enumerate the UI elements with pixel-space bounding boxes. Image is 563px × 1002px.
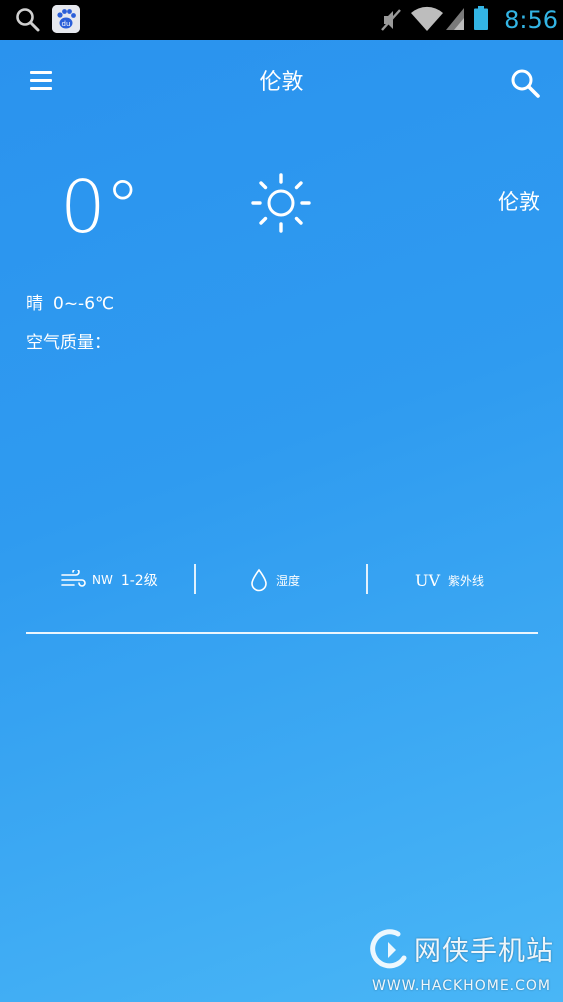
uv-label: 紫外线 xyxy=(448,573,485,588)
menu-icon xyxy=(30,71,52,74)
current-temperature: 0° xyxy=(60,165,141,249)
condition-text: 晴 xyxy=(26,294,43,314)
divider xyxy=(194,564,196,594)
clock-time: 8:56 xyxy=(504,6,558,34)
uv-info: UV 紫外线 xyxy=(415,565,525,595)
humidity-label: 湿度 xyxy=(276,573,301,588)
baidu-app-icon: du xyxy=(52,5,80,33)
wifi-icon xyxy=(411,6,443,31)
humidity-info: 湿度 xyxy=(250,565,350,595)
uv-mark: UV xyxy=(415,570,441,590)
wind-info: NW 1-2级 xyxy=(60,565,180,595)
search-icon xyxy=(16,8,40,32)
battery-icon xyxy=(474,6,488,30)
wind-icon xyxy=(61,570,86,587)
wind-level: 1-2级 xyxy=(120,573,158,589)
mute-icon xyxy=(381,9,401,31)
air-quality-label: 空气质量： xyxy=(26,333,111,353)
page-title: 伦敦 xyxy=(259,70,304,95)
watermark-title: 网侠手机站 xyxy=(414,936,554,967)
water-drop-icon xyxy=(251,568,267,592)
watermark-logo-icon xyxy=(370,929,407,969)
wind-direction: NW xyxy=(92,573,113,587)
city-name: 伦敦 xyxy=(498,190,540,214)
sun-icon xyxy=(251,173,311,233)
signal-icon xyxy=(446,8,464,30)
svg-text:du: du xyxy=(62,20,71,28)
watermark-url: WWW.HACKHOME.COM xyxy=(372,978,551,994)
temperature-range: 0~-6℃ xyxy=(53,294,115,314)
section-divider xyxy=(26,632,538,634)
status-bar: du 8:56 xyxy=(0,0,563,40)
search-button[interactable] xyxy=(508,66,542,100)
menu-button[interactable] xyxy=(26,66,58,98)
weather-screen: du 8:56 伦敦 0° 伦敦 晴 0~-6℃ 空气质量： NW 1-2级 湿… xyxy=(0,0,563,1002)
divider xyxy=(366,564,368,594)
weather-condition: 晴 0~-6℃ xyxy=(26,290,326,318)
